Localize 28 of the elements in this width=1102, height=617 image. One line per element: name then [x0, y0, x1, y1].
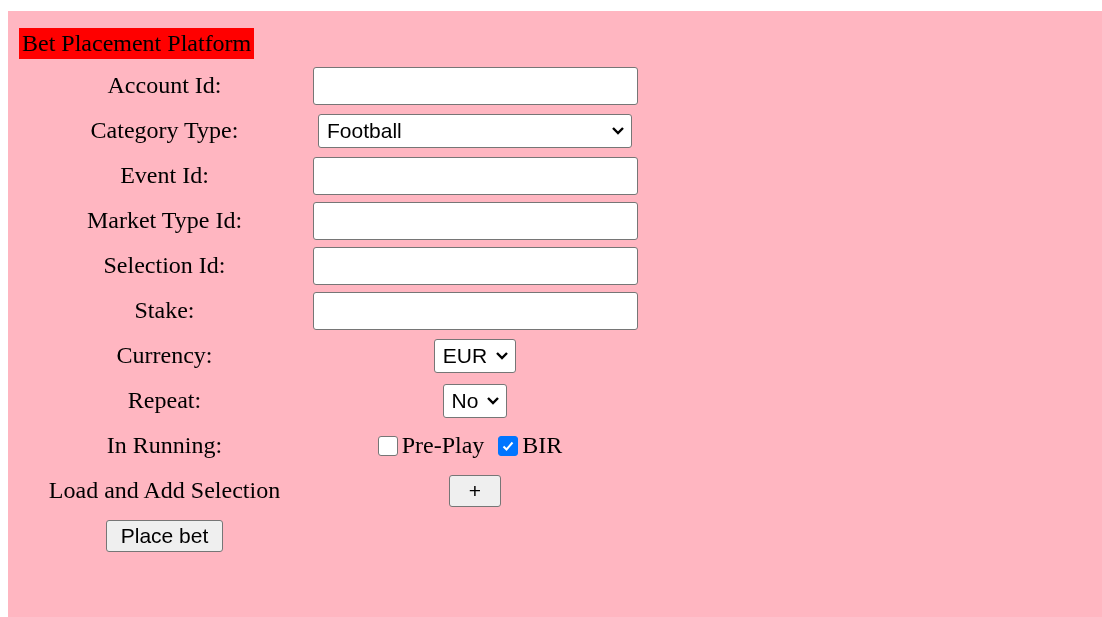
checkbox[interactable]	[498, 435, 519, 456]
field-label: Load and Add Selection	[48, 477, 281, 503]
checkbox-label: Pre-Play	[401, 432, 485, 459]
field-label: Event Id:	[120, 162, 209, 188]
checkbox[interactable]	[377, 435, 398, 456]
field-label: In Running:	[106, 432, 223, 458]
place-bet-button[interactable]: Place bet	[105, 519, 224, 552]
input-field[interactable]	[312, 156, 638, 195]
field-label: Stake:	[134, 297, 195, 323]
checkbox-label: BIR	[522, 432, 563, 459]
input-field[interactable]	[312, 66, 638, 105]
dropdown[interactable]: Football	[318, 113, 632, 148]
field-label: Repeat:	[127, 387, 202, 413]
add-button[interactable]: +	[448, 474, 502, 507]
input-field[interactable]	[312, 291, 638, 330]
field-label: Market Type Id:	[86, 207, 243, 233]
input-field[interactable]	[312, 246, 638, 285]
dropdown[interactable]: EUR	[433, 338, 517, 373]
field-label: Selection Id:	[103, 252, 226, 278]
field-label: Account Id:	[107, 72, 222, 98]
caret-icon	[486, 396, 501, 405]
field-label: Category Type:	[90, 117, 239, 143]
input-field[interactable]	[312, 201, 638, 240]
caret-icon	[495, 351, 510, 360]
field-label: Currency:	[116, 342, 213, 368]
page-title: Bet Placement Platform	[19, 28, 255, 59]
dropdown[interactable]: No	[442, 383, 508, 418]
caret-icon	[611, 126, 625, 135]
